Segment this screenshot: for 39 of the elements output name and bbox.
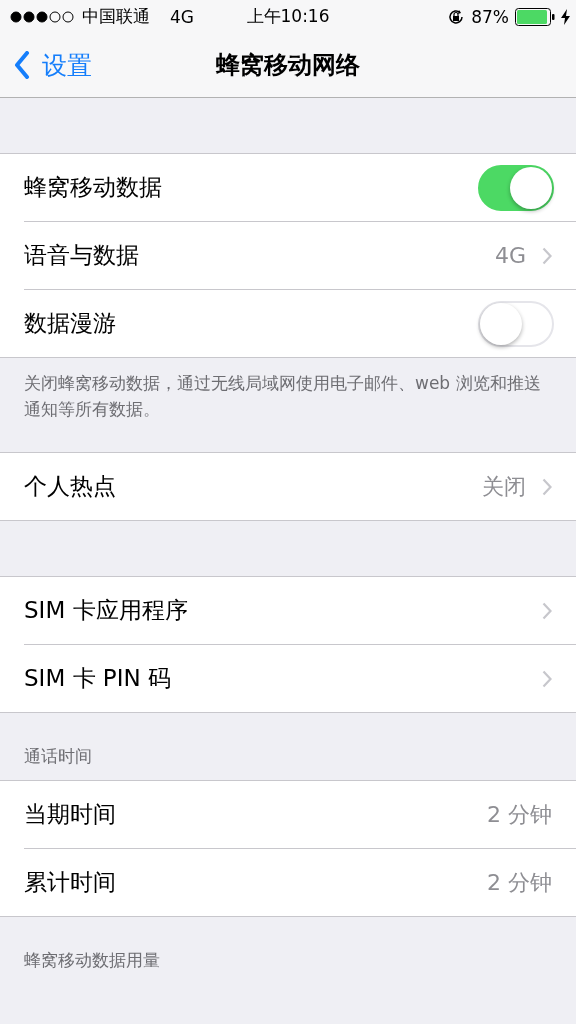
carrier-name: 中国联通 bbox=[82, 5, 150, 28]
settings-row[interactable]: 个人热点 关闭 bbox=[24, 453, 576, 520]
settings-row[interactable]: SIM 卡 PIN 码 bbox=[24, 645, 576, 712]
row-label: 数据漫游 bbox=[24, 309, 116, 338]
row-label: 蜂窝移动数据 bbox=[24, 173, 162, 202]
row-label: SIM 卡应用程序 bbox=[24, 596, 188, 625]
rotation-lock-icon bbox=[447, 7, 466, 26]
settings-row[interactable]: 数据漫游 bbox=[24, 290, 576, 357]
status-time: 上午10:16 bbox=[246, 5, 330, 28]
chevron-icon bbox=[542, 669, 552, 688]
row-value: 4G bbox=[494, 243, 526, 268]
network-type: 4G bbox=[170, 6, 194, 27]
row-value: 2 分钟 bbox=[487, 800, 552, 829]
row-value: 2 分钟 bbox=[487, 868, 552, 897]
row-label: 累计时间 bbox=[24, 868, 116, 897]
section-header: 蜂窝移动数据用量 bbox=[23, 949, 161, 972]
row-label: 个人热点 bbox=[24, 472, 116, 501]
settings-row[interactable]: 蜂窝移动数据 bbox=[24, 154, 576, 222]
section-footer: 关闭蜂窝移动数据，通过无线局域网使用电子邮件、web 浏览和推送通知等所有数据。 bbox=[0, 358, 576, 422]
row-value: 关闭 bbox=[482, 472, 526, 501]
settings-row[interactable]: 语音与数据 4G bbox=[24, 222, 576, 290]
section-header: 通话时间 bbox=[23, 745, 93, 768]
page-title: 蜂窝移动网络 bbox=[216, 50, 360, 81]
settings-row[interactable]: 累计时间 2 分钟 bbox=[24, 849, 576, 916]
settings-row[interactable]: SIM 卡应用程序 bbox=[24, 577, 576, 645]
settings-row[interactable]: 当期时间 2 分钟 bbox=[24, 781, 576, 849]
back-button[interactable]: 设置 bbox=[0, 48, 92, 82]
toggle-switch[interactable] bbox=[478, 164, 554, 211]
back-chevron-icon bbox=[14, 51, 30, 79]
charging-icon bbox=[561, 8, 570, 25]
signal-icon bbox=[10, 10, 76, 23]
row-label: 语音与数据 bbox=[24, 241, 139, 270]
chevron-icon bbox=[542, 601, 552, 620]
battery-icon bbox=[515, 7, 555, 26]
chevron-icon bbox=[542, 477, 552, 496]
battery-percent: 87% bbox=[471, 6, 509, 27]
row-label: 当期时间 bbox=[24, 800, 116, 829]
row-label: SIM 卡 PIN 码 bbox=[24, 664, 172, 693]
chevron-icon bbox=[542, 246, 552, 265]
